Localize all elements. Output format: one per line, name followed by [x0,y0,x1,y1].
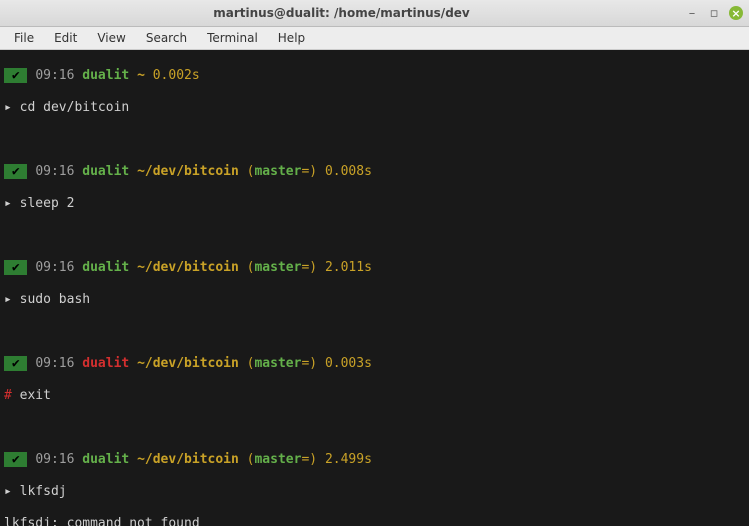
menu-search[interactable]: Search [136,29,197,47]
close-icon[interactable]: × [729,6,743,20]
prompt-host: dualit [82,452,129,467]
prompt-host: dualit [82,260,129,275]
prompt-time: 09:16 [35,452,74,467]
prompt-line: ✔ 09:16 dualit ~ 0.002s [4,68,745,84]
prompt-exec: 0.008s [325,164,372,179]
menu-edit[interactable]: Edit [44,29,87,47]
prompt-time: 09:16 [35,164,74,179]
menubar: File Edit View Search Terminal Help [0,27,749,50]
check-icon: ✔ [12,164,20,179]
window-titlebar: martinus@dualit: /home/martinus/dev – ▫ … [0,0,749,27]
prompt-arrow-icon: ▸ [4,292,12,307]
menu-view[interactable]: View [87,29,135,47]
command-text: sudo bash [20,292,90,307]
window-title: martinus@dualit: /home/martinus/dev [6,6,677,20]
prompt-line: ✔ 09:16 dualit ~/dev/bitcoin (master=) 0… [4,356,745,372]
command-text: cd dev/bitcoin [20,100,130,115]
command-text: sleep 2 [20,196,75,211]
command-line: # exit [4,388,745,404]
prompt-path: ~/dev/bitcoin [137,164,239,179]
prompt-host: dualit [82,164,129,179]
prompt-host: dualit [82,68,129,83]
prompt-line: ✔ 09:16 dualit ~/dev/bitcoin (master=) 2… [4,452,745,468]
terminal-area[interactable]: ✔ 09:16 dualit ~ 0.002s ▸ cd dev/bitcoin… [0,50,749,526]
command-text: exit [20,388,51,403]
command-line: ▸ sudo bash [4,292,745,308]
prompt-line: ✔ 09:16 dualit ~/dev/bitcoin (master=) 0… [4,164,745,180]
check-icon: ✔ [12,68,20,83]
prompt-line: ✔ 09:16 dualit ~/dev/bitcoin (master=) 2… [4,260,745,276]
command-text: lkfsdj [20,484,67,499]
check-icon: ✔ [12,452,20,467]
prompt-hash-icon: # [4,388,12,403]
prompt-path: ~/dev/bitcoin [137,356,239,371]
git-branch: master [254,164,301,179]
prompt-exec: 2.499s [325,452,372,467]
prompt-exec: 2.011s [325,260,372,275]
prompt-exec: 0.002s [153,68,200,83]
check-icon: ✔ [12,260,20,275]
prompt-arrow-icon: ▸ [4,484,12,499]
prompt-path: ~/dev/bitcoin [137,260,239,275]
prompt-arrow-icon: ▸ [4,196,12,211]
check-icon: ✔ [12,356,20,371]
error-output: lkfsdj: command not found [4,516,745,526]
command-line: ▸ cd dev/bitcoin [4,100,745,116]
prompt-path: ~/dev/bitcoin [137,452,239,467]
git-branch: master [254,452,301,467]
prompt-time: 09:16 [35,68,74,83]
menu-help[interactable]: Help [268,29,315,47]
menu-file[interactable]: File [4,29,44,47]
command-line: ▸ sleep 2 [4,196,745,212]
git-branch: master [254,260,301,275]
git-branch: master [254,356,301,371]
menu-terminal[interactable]: Terminal [197,29,268,47]
minimize-icon[interactable]: – [685,6,699,20]
prompt-exec: 0.003s [325,356,372,371]
maximize-icon[interactable]: ▫ [707,6,721,20]
prompt-host-root: dualit [82,356,129,371]
command-line: ▸ lkfsdj [4,484,745,500]
prompt-time: 09:16 [35,356,74,371]
prompt-time: 09:16 [35,260,74,275]
prompt-arrow-icon: ▸ [4,100,12,115]
prompt-path: ~ [137,68,145,83]
